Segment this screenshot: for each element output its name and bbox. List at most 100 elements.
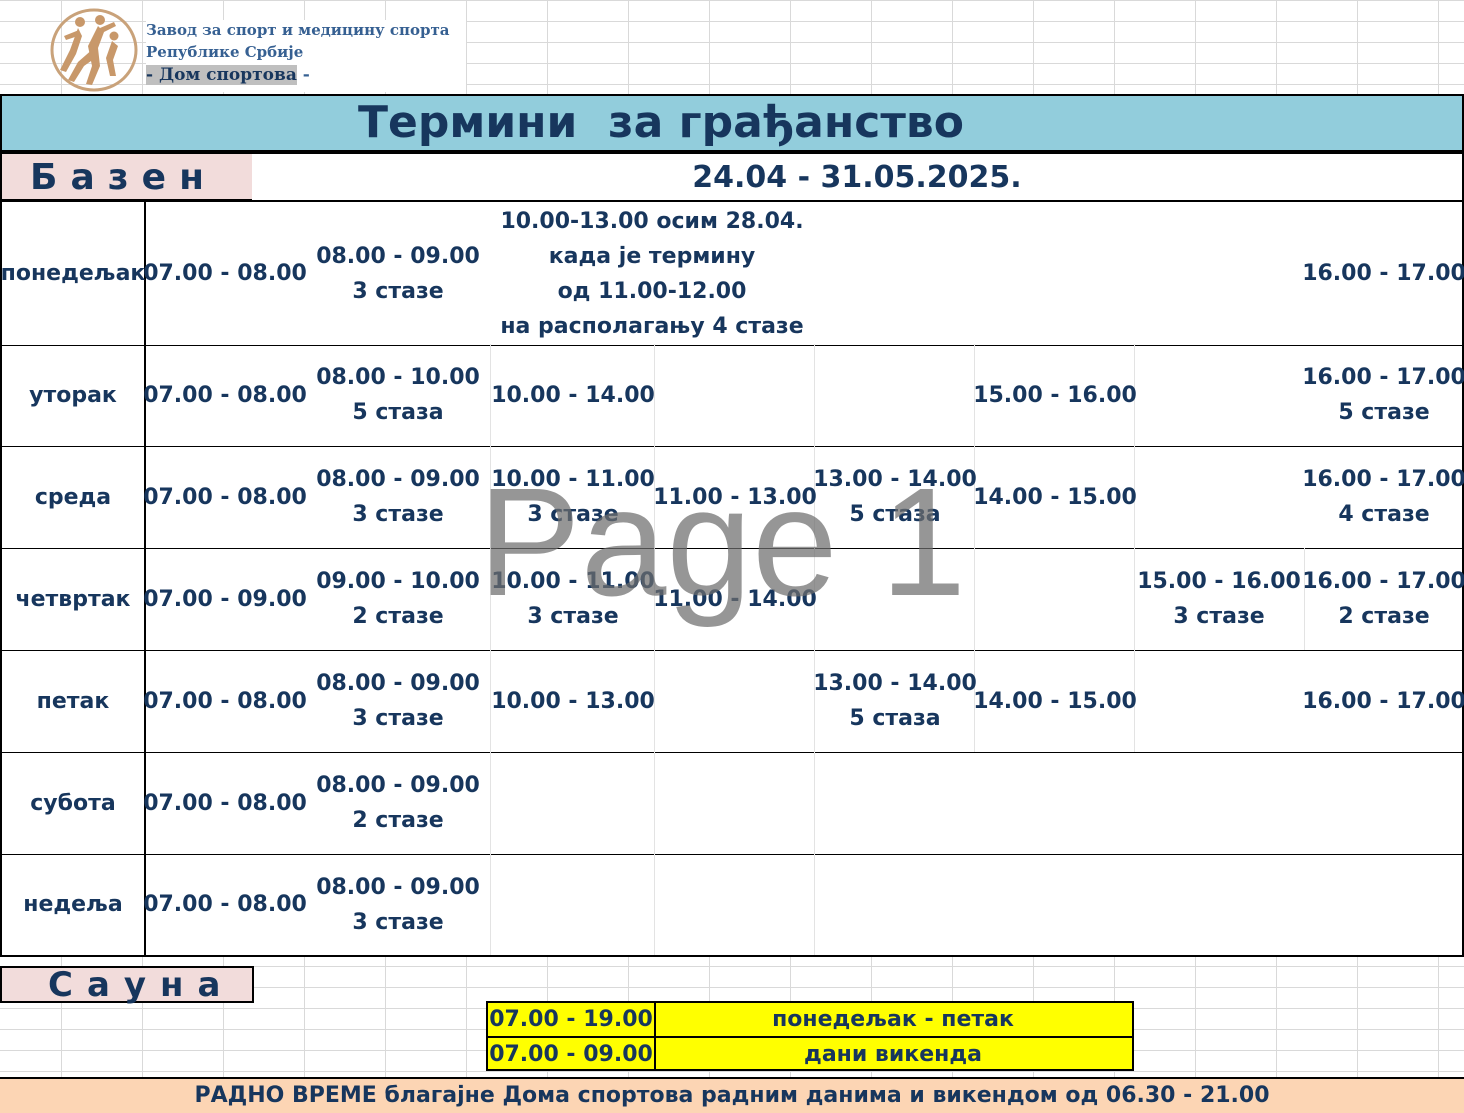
day-label: четвртак: [2, 548, 146, 650]
slot-time: 07.00 - 09.00: [143, 586, 307, 612]
slot-time: 13.00 - 14.00: [813, 671, 977, 696]
time-slot: 10.00 - 11.00 3 стазе: [490, 446, 656, 548]
time-slot: 16.00 - 17.00: [1302, 650, 1464, 752]
slot-time: 16.00 - 17.00: [1302, 261, 1464, 286]
time-slot: 07.00 - 09.00: [143, 548, 307, 650]
schedule-row: субота 07.00 - 08.00 08.00 - 09.00 2 стазе: [2, 752, 1462, 855]
slot-time: 09.00 - 10.00: [316, 569, 480, 594]
slot-time: 08.00 - 09.00: [316, 467, 480, 492]
slot-time: 16.00 - 17.00: [1302, 688, 1464, 714]
slot-time: 10.00 - 14.00: [491, 382, 655, 408]
sauna-table: 07.00 - 19.00 понедељак - петак 07.00 - …: [486, 1001, 1134, 1071]
day-label: уторак: [2, 344, 146, 446]
schedule-row: петак 07.00 - 08.00 08.00 - 09.00 3 стазе 10…: [2, 650, 1464, 753]
page-title: Термини за грађанство: [358, 97, 964, 148]
time-slot: 11.00 - 13.00: [653, 446, 817, 548]
slot-detail: 3 стазе: [352, 278, 444, 304]
time-slot: 16.00 - 17.00 5 стазе: [1302, 344, 1464, 446]
time-slot: 14.00 - 15.00: [973, 650, 1137, 752]
schedule-row: четвртак 07.00 - 09.00 09.00 - 10.00 2 стаз…: [2, 548, 1464, 651]
column-gridline: [814, 752, 815, 854]
pool-schedule-table: понедељак 07.00 - 08.00 08.00 - 09.00 3 ста…: [0, 200, 1464, 957]
time-slot: 13.00 - 14.00 5 стаза: [813, 650, 977, 752]
time-slot: 10.00 - 13.00: [490, 650, 656, 752]
time-slot: 08.00 - 09.00 3 стазе: [306, 650, 490, 752]
time-slot: 10.00 - 11.00 3 стазе: [490, 548, 656, 650]
time-slot: 09.00 - 10.00 2 стазе: [306, 548, 490, 650]
slot-time: 07.00 - 08.00: [143, 484, 307, 510]
day-label: понедељак: [1, 202, 146, 345]
org-line-3-dash-right: -: [296, 65, 310, 85]
org-line-3-dash-left: -: [146, 65, 159, 85]
org-line-3-name: Дом спортова: [158, 65, 297, 85]
time-slot: 13.00 - 14.00 5 стаза: [813, 446, 977, 548]
time-slot: 15.00 - 16.00 3 стазе: [1134, 548, 1304, 650]
pool-label: Базен: [0, 152, 254, 201]
time-slot: 11.00 - 14.00: [653, 548, 817, 650]
slot-time: 13.00 - 14.00: [813, 467, 977, 492]
slot-time: 16.00 - 17.00: [1302, 467, 1464, 492]
sauna-days: понедељак - петак: [772, 1007, 1014, 1032]
org-line-1: Завод за спорт и медицину спорта: [146, 21, 450, 39]
slot-time: 15.00 - 16.00: [1137, 569, 1301, 594]
slot-detail: 3 стазе: [527, 604, 619, 629]
org-line-2: Републике Србије: [146, 43, 304, 61]
day-label: петак: [2, 650, 146, 752]
slot-time: 07.00 - 08.00: [143, 790, 307, 816]
slot-time: 10.00 - 11.00: [491, 467, 655, 492]
slot-time: 16.00 - 17.00: [1302, 365, 1464, 390]
sport-figures-logo-icon: [48, 6, 140, 94]
time-slot: 10.00 - 14.00: [490, 344, 656, 446]
time-slot: 08.00 - 09.00 2 стазе: [306, 752, 490, 854]
slot-time: 15.00 - 16.00: [973, 382, 1137, 408]
day-label: среда: [2, 446, 146, 548]
slot-time: 11.00 - 13.00: [653, 484, 817, 510]
sauna-label: Сауна: [0, 966, 254, 1003]
slot-detail: 5 стаза: [849, 706, 941, 731]
slot-time: 14.00 - 15.00: [973, 688, 1137, 714]
time-slot: 08.00 - 09.00 3 стазе: [306, 854, 490, 955]
title-bar: Термини за грађанство: [0, 94, 1464, 152]
slot-detail: 3 стазе: [1173, 604, 1265, 629]
slot-detail: од 11.00-12.00: [557, 278, 747, 304]
slot-time: 11.00 - 14.00: [653, 586, 817, 612]
column-gridline: [814, 854, 815, 955]
day-label: недеља: [2, 854, 146, 955]
time-slot: 16.00 - 17.00 2 стазе: [1302, 548, 1464, 650]
slot-time: 10.00 - 11.00: [491, 569, 655, 594]
slot-time: 07.00 - 08.00: [143, 261, 307, 286]
time-slot: 08.00 - 09.00 3 стазе: [306, 446, 490, 548]
slot-time: 10.00 - 13.00: [491, 688, 655, 714]
sauna-days: дани викенда: [804, 1042, 982, 1067]
slot-time: 14.00 - 15.00: [973, 484, 1137, 510]
column-gridline: [654, 752, 655, 854]
slot-detail: 2 стазе: [352, 808, 444, 833]
time-slot: 10.00-13.00 осим 28.04. када је термину од…: [490, 202, 814, 345]
schedule-row: понедељак 07.00 - 08.00 08.00 - 09.00 3 ста…: [1, 202, 1464, 346]
slot-time: 07.00 - 08.00: [143, 892, 307, 917]
column-gridline: [974, 548, 975, 650]
time-slot: 08.00 - 10.00 5 стаза: [306, 344, 490, 446]
spreadsheet-page: Завод за спорт и медицину спорта Републи…: [0, 0, 1464, 1113]
time-slot: 07.00 - 08.00: [143, 752, 307, 854]
cashier-hours-footer: РАДНО ВРЕМЕ благајне Дома спортова радни…: [0, 1077, 1464, 1113]
slot-detail: на располагању 4 стазе: [500, 313, 804, 339]
slot-time: 08.00 - 09.00: [316, 773, 480, 798]
column-gridline: [654, 854, 655, 955]
slot-time: 08.00 - 09.00: [316, 874, 480, 900]
schedule-row: среда 07.00 - 08.00 08.00 - 09.00 3 стазе 10…: [2, 446, 1464, 549]
time-slot: 07.00 - 08.00: [143, 202, 307, 345]
time-slot: 15.00 - 16.00: [973, 344, 1137, 446]
schedule-row: уторак 07.00 - 08.00 08.00 - 10.00 5 стаза 1…: [2, 344, 1464, 447]
column-gridline: [490, 752, 491, 854]
time-slot: 14.00 - 15.00: [973, 446, 1137, 548]
organization-name: Завод за спорт и медицину спорта Републи…: [146, 20, 466, 92]
sauna-row: 07.00 - 09.00 дани викенда: [488, 1038, 1132, 1071]
slot-detail: 5 стаза: [352, 400, 444, 425]
slot-detail: 2 стазе: [1338, 604, 1430, 629]
slot-time: 07.00 - 08.00: [143, 688, 307, 714]
schedule-row: недеља 07.00 - 08.00 08.00 - 09.00 3 стазе: [2, 854, 1462, 955]
slot-detail: када је термину: [548, 243, 756, 269]
day-label: субота: [2, 752, 146, 854]
time-slot: 16.00 - 17.00: [1302, 202, 1464, 345]
